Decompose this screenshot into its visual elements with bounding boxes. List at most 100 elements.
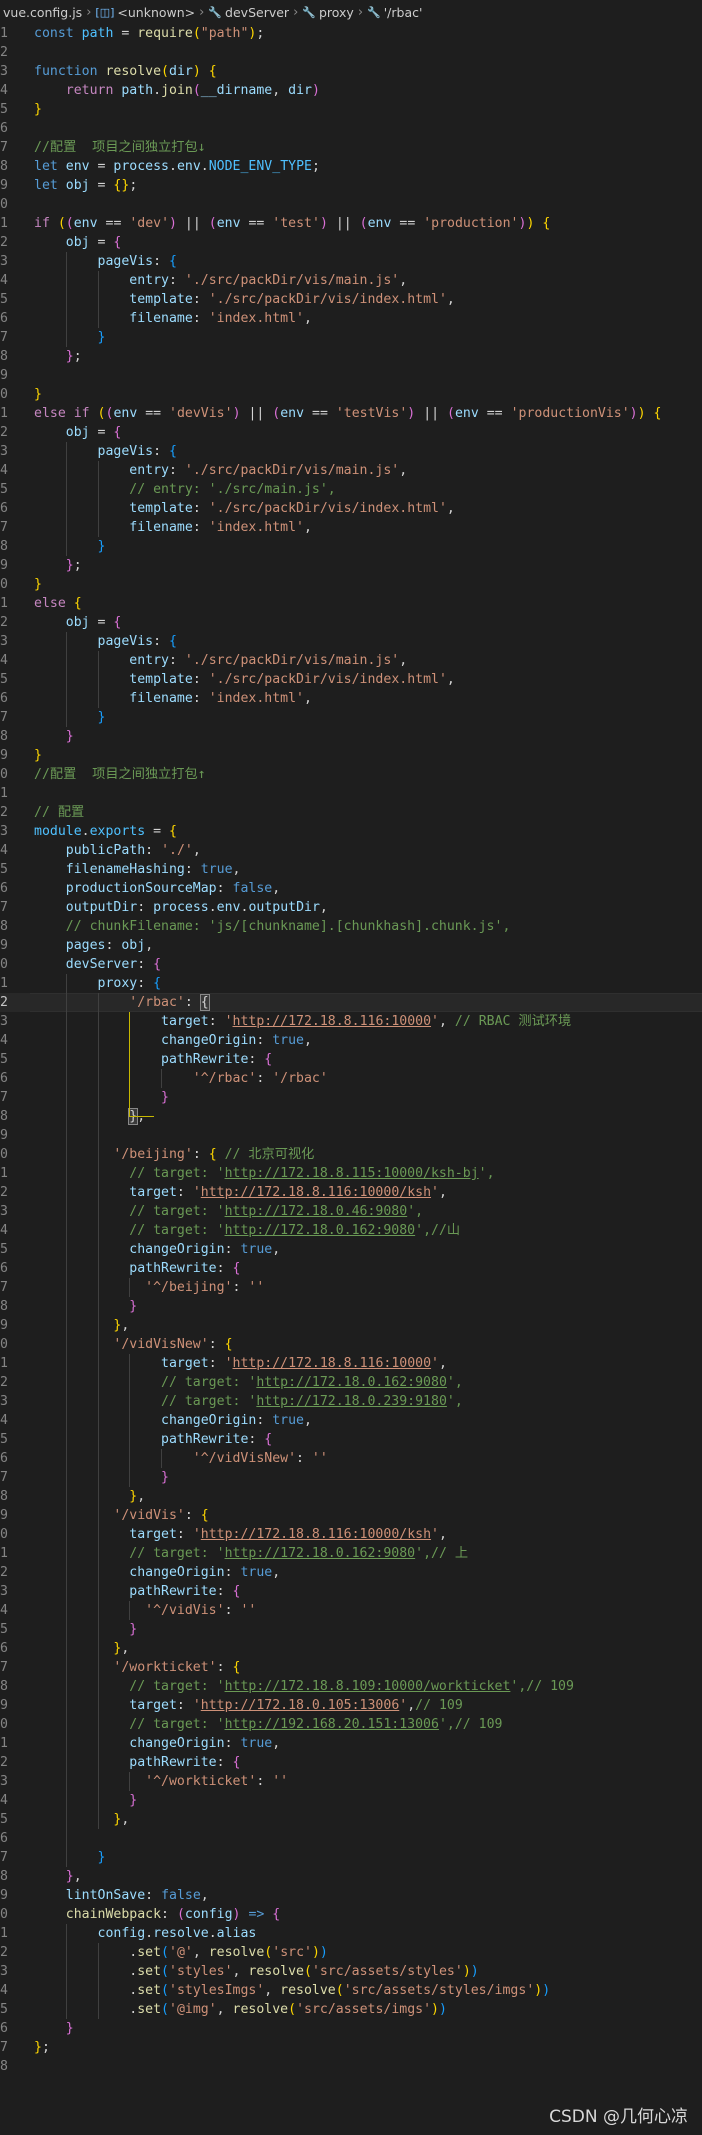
code-line[interactable]: 7 } [0, 1468, 702, 1487]
code-line[interactable]: 4 entry: './src/packDir/vis/main.js', [0, 461, 702, 480]
code-line[interactable]: 7 } [0, 1848, 702, 1867]
code-line[interactable]: 9 [0, 366, 702, 385]
code-line[interactable]: 3 pageVis: { [0, 632, 702, 651]
code-line[interactable]: 9 '/vidVis': { [0, 1506, 702, 1525]
code-line[interactable]: 8 let env = process.env.NODE_ENV_TYPE; [0, 157, 702, 176]
code-line[interactable]: 0 '/beijing': { // 北京可视化 [0, 1145, 702, 1164]
code-line[interactable]: 1 else if ((env == 'devVis') || (env == '… [0, 404, 702, 423]
code-line[interactable]: 1 if ((env == 'dev') || (env == 'test') |… [0, 214, 702, 233]
code-line[interactable]: 1 target: 'http://172.18.8.116:10000', [0, 1354, 702, 1373]
code-line[interactable]: 7}; [0, 2038, 702, 2057]
code-line[interactable]: 8 }, [0, 1867, 702, 1886]
code-line[interactable]: 6 '^/rbac': '/rbac' [0, 1069, 702, 1088]
code-line[interactable]: 3 pathRewrite: { [0, 1582, 702, 1601]
code-line[interactable]: 2 obj = { [0, 613, 702, 632]
code-line[interactable]: 2 pathRewrite: { [0, 1753, 702, 1772]
code-line[interactable]: 8 // target: 'http://172.18.8.109:10000/… [0, 1677, 702, 1696]
code-line[interactable]: 4 '^/vidVis': '' [0, 1601, 702, 1620]
breadcrumb-item-devserver[interactable]: devServer [225, 5, 289, 20]
code-line[interactable]: 8 }; [0, 347, 702, 366]
code-line[interactable]: 5 pathRewrite: { [0, 1430, 702, 1449]
code-line[interactable]: 1 changeOrigin: true, [0, 1734, 702, 1753]
code-line[interactable]: 8 } [0, 727, 702, 746]
code-line[interactable]: 6 '^/vidVisNew': '' [0, 1449, 702, 1468]
code-line[interactable]: 3 .set('styles', resolve('src/assets/sty… [0, 1962, 702, 1981]
code-line[interactable]: 9 }, [0, 1316, 702, 1335]
code-line[interactable]: 4 entry: './src/packDir/vis/main.js', [0, 271, 702, 290]
code-line[interactable]: 0 target: 'http://172.18.8.116:10000/ksh… [0, 1525, 702, 1544]
code-line[interactable]: 3 '^/workticket': '' [0, 1772, 702, 1791]
code-line[interactable]: 6 } [0, 2019, 702, 2038]
code-line[interactable]: 1 // target: 'http://172.18.0.162:9080',… [0, 1544, 702, 1563]
code-line[interactable]: 0 //配置 项目之间独立打包↑ [0, 765, 702, 784]
code-line[interactable]: 0 // target: 'http://192.168.20.151:1300… [0, 1715, 702, 1734]
code-line[interactable]: 4 .set('stylesImgs', resolve('src/assets… [0, 1981, 702, 2000]
code-line[interactable]: 4 changeOrigin: true, [0, 1031, 702, 1050]
code-line[interactable]: 8 }, [0, 1487, 702, 1506]
code-line[interactable]: 0 '/vidVisNew': { [0, 1335, 702, 1354]
code-line[interactable]: 2 // 配置 [0, 803, 702, 822]
code-line[interactable]: 2 changeOrigin: true, [0, 1563, 702, 1582]
code-line[interactable]: 3 // target: 'http://172.18.0.239:9180', [0, 1392, 702, 1411]
code-line[interactable]: 3 // target: 'http://172.18.0.46:9080', [0, 1202, 702, 1221]
code-line[interactable]: 2 // target: 'http://172.18.0.162:9080', [0, 1373, 702, 1392]
code-line[interactable]: 5 changeOrigin: true, [0, 1240, 702, 1259]
code-line[interactable]: 6 }, [0, 1639, 702, 1658]
code-line[interactable]: 7 } [0, 708, 702, 727]
code-line[interactable]: 4 publicPath: './', [0, 841, 702, 860]
code-line[interactable]: 5 filenameHashing: true, [0, 860, 702, 879]
code-line[interactable]: 3 pageVis: { [0, 442, 702, 461]
code-line[interactable]: 7 } [0, 1088, 702, 1107]
breadcrumb-file[interactable]: vue.config.js [3, 5, 82, 20]
code-line[interactable]: 0} [0, 575, 702, 594]
code-line[interactable]: 0 devServer: { [0, 955, 702, 974]
code-line[interactable]: 0} [0, 385, 702, 404]
code-line[interactable]: 9 }; [0, 556, 702, 575]
code-line[interactable]: 3 target: 'http://172.18.8.116:10000', /… [0, 1012, 702, 1031]
code-line[interactable]: 3 module.exports = { [0, 822, 702, 841]
code-line[interactable]: 8 }, [0, 1107, 702, 1126]
breadcrumb-item-proxy[interactable]: proxy [319, 5, 354, 20]
code-line[interactable]: 5 .set('@img', resolve('src/assets/imgs'… [0, 2000, 702, 2019]
code-line[interactable]: 4 } [0, 1791, 702, 1810]
code-line[interactable]: 3 function resolve(dir) { [0, 62, 702, 81]
code-line[interactable]: 2 [0, 43, 702, 62]
code-line[interactable]: 5 // entry: './src/main.js', [0, 480, 702, 499]
code-line[interactable]: 5} [0, 100, 702, 119]
code-line[interactable]: 2 .set('@', resolve('src')) [0, 1943, 702, 1962]
code-line[interactable]: 9 target: 'http://172.18.0.105:13006',//… [0, 1696, 702, 1715]
code-line[interactable]: 1 // target: 'http://172.18.8.115:10000/… [0, 1164, 702, 1183]
code-line[interactable]: 1 else { [0, 594, 702, 613]
code-line[interactable]: 0 chainWebpack: (config) => { [0, 1905, 702, 1924]
code-line[interactable]: 8 } [0, 1297, 702, 1316]
code-line[interactable]: 6 productionSourceMap: false, [0, 879, 702, 898]
code-line[interactable]: 7 filename: 'index.html', [0, 518, 702, 537]
code-line[interactable]: 6 filename: 'index.html', [0, 309, 702, 328]
code-line[interactable]: 2 target: 'http://172.18.8.116:10000/ksh… [0, 1183, 702, 1202]
code-line[interactable]: 8 [0, 2057, 702, 2076]
code-line[interactable]: 8 // chunkFilename: 'js/[chunkname].[chu… [0, 917, 702, 936]
code-line[interactable]: 7 '/workticket': { [0, 1658, 702, 1677]
code-line[interactable]: 8 } [0, 537, 702, 556]
code-line[interactable]: 6 [0, 119, 702, 138]
code-line[interactable]: 1 config.resolve.alias [0, 1924, 702, 1943]
code-line[interactable]: 2 '/rbac': { [0, 993, 702, 1012]
code-line[interactable]: 9 lintOnSave: false, [0, 1886, 702, 1905]
code-line[interactable]: 6 [0, 1829, 702, 1848]
code-line[interactable]: 1 proxy: { [0, 974, 702, 993]
code-line[interactable]: 5 template: './src/packDir/vis/index.htm… [0, 290, 702, 309]
code-line[interactable]: 4 return path.join(__dirname, dir) [0, 81, 702, 100]
code-line[interactable]: 4 changeOrigin: true, [0, 1411, 702, 1430]
code-line[interactable]: 6 pathRewrite: { [0, 1259, 702, 1278]
code-line[interactable]: 4 entry: './src/packDir/vis/main.js', [0, 651, 702, 670]
breadcrumb-item-unknown[interactable]: <unknown> [117, 5, 195, 20]
code-line[interactable]: 5 } [0, 1620, 702, 1639]
code-line[interactable]: 9} [0, 746, 702, 765]
code-line[interactable]: 6 template: './src/packDir/vis/index.htm… [0, 499, 702, 518]
code-line[interactable]: 5 template: './src/packDir/vis/index.htm… [0, 670, 702, 689]
code-line[interactable]: 7 '^/beijing': '' [0, 1278, 702, 1297]
code-line[interactable]: 1 const path = require("path"); [0, 24, 702, 43]
code-editor[interactable]: 1 const path = require("path"); 2 3 function… [0, 24, 702, 2076]
code-line[interactable]: 2 obj = { [0, 233, 702, 252]
code-line[interactable]: 6 filename: 'index.html', [0, 689, 702, 708]
